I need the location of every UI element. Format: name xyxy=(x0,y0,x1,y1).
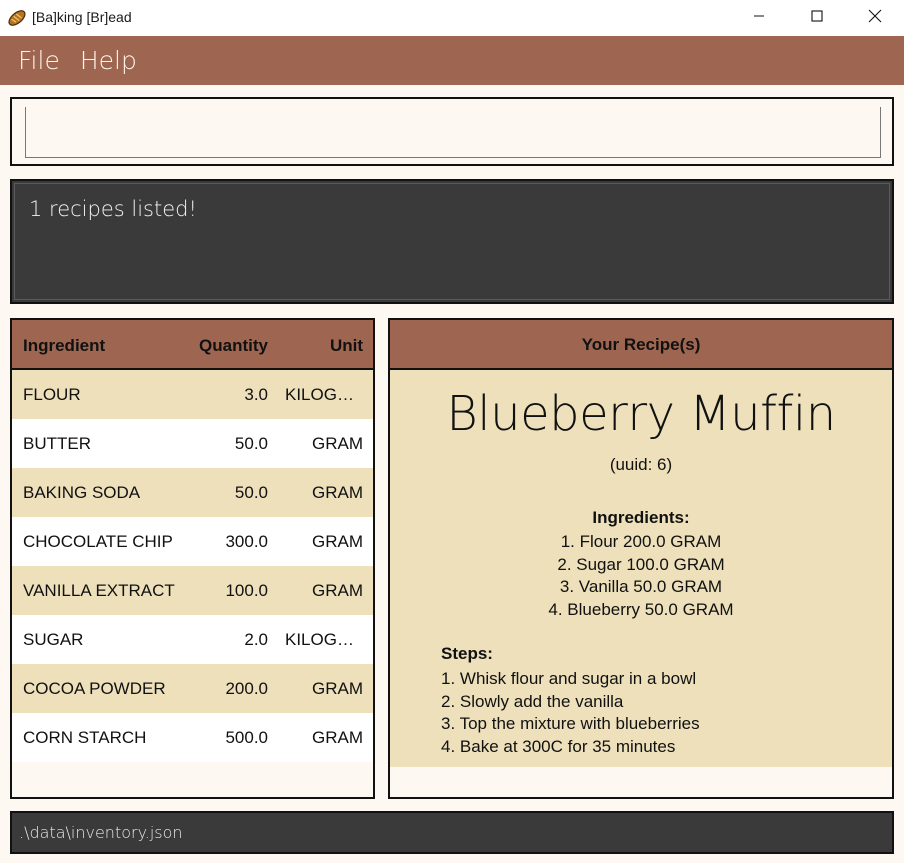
ingredient-rows: FLOUR 3.0 KILOGRAM BUTTER 50.0 GRAM BAKI… xyxy=(12,370,373,762)
result-display: 1 recipes listed! xyxy=(10,179,894,304)
recipe-list-panel: Your Recipe(s) Blueberry Muffin (uuid: 6… xyxy=(388,318,894,799)
ingredient-quantity: 500.0 xyxy=(225,728,268,747)
ingredient-quantity: 3.0 xyxy=(244,385,268,404)
ingredient-name: VANILLA EXTRACT xyxy=(23,581,175,600)
ingredient-quantity: 50.0 xyxy=(234,483,268,502)
list-item: 2. Slowly add the vanilla xyxy=(441,691,624,711)
minimize-icon xyxy=(753,9,765,27)
command-input[interactable] xyxy=(25,107,881,158)
table-row[interactable]: CHOCOLATE CHIP 300.0 GRAM xyxy=(12,517,373,566)
recipe-card[interactable]: Blueberry Muffin (uuid: 6) Ingredients: … xyxy=(390,370,892,767)
recipe-name: Blueberry Muffin xyxy=(446,386,836,442)
ingredient-unit: GRAM xyxy=(312,728,363,747)
list-item: 1. Whisk flour and sugar in a bowl xyxy=(441,669,697,688)
close-icon xyxy=(868,9,882,28)
table-row[interactable]: VANILLA EXTRACT 100.0 GRAM xyxy=(12,566,373,615)
table-row[interactable]: SUGAR 2.0 KILOGRAM xyxy=(12,615,373,664)
minimize-button[interactable] xyxy=(730,0,788,36)
menu-file[interactable]: File xyxy=(18,46,60,75)
list-item: 1. Flour 200.0 GRAM xyxy=(560,532,722,551)
table-row[interactable]: BAKING SODA 50.0 GRAM xyxy=(12,468,373,517)
ingredient-unit: KILOGRAM xyxy=(285,630,363,649)
list-item: 4. Blueberry 50.0 GRAM xyxy=(548,599,734,619)
ingredient-name: BAKING SODA xyxy=(23,483,141,502)
table-row[interactable]: FLOUR 3.0 KILOGRAM xyxy=(12,370,373,419)
ingredient-unit: GRAM xyxy=(312,679,363,698)
ingredient-name: FLOUR xyxy=(23,385,81,404)
ingredient-name: SUGAR xyxy=(23,630,84,649)
window-title: [Ba]king [Br]ead xyxy=(32,9,132,25)
ingredient-name: CORN STARCH xyxy=(23,728,147,747)
table-row[interactable]: BUTTER 50.0 GRAM xyxy=(12,419,373,468)
ingredient-unit: KILOGRAM xyxy=(285,385,363,404)
ingredient-quantity: 50.0 xyxy=(234,434,268,453)
recipe-steps-title: Steps: xyxy=(441,644,493,663)
recipe-uuid: (uuid: 6) xyxy=(609,455,673,474)
ingredient-unit: GRAM xyxy=(312,434,363,453)
ingredient-quantity: 2.0 xyxy=(244,630,268,649)
menu-bar: File Help xyxy=(0,36,904,85)
maximize-icon xyxy=(811,9,823,27)
ingredient-table-header: Ingredient Quantity Unit xyxy=(12,320,373,370)
recipe-ingredients-title: Ingredients: xyxy=(592,508,690,527)
maximize-button[interactable] xyxy=(788,0,846,36)
table-row[interactable]: CORN STARCH 500.0 GRAM xyxy=(12,713,373,762)
column-header-ingredient: Ingredient xyxy=(23,336,106,355)
close-button[interactable] xyxy=(846,0,904,36)
table-row[interactable]: COCOA POWDER 200.0 GRAM xyxy=(12,664,373,713)
ingredient-quantity: 100.0 xyxy=(225,581,268,600)
result-message: 1 recipes listed! xyxy=(29,197,197,221)
bread-icon xyxy=(7,8,27,28)
list-item: 4. Bake at 300C for 35 minutes xyxy=(441,736,676,756)
ingredient-list-panel: Ingredient Quantity Unit FLOUR 3.0 KILOG… xyxy=(10,318,375,799)
ingredient-name: BUTTER xyxy=(23,434,91,453)
status-bar: .\data\inventory.json xyxy=(10,811,894,854)
command-box xyxy=(10,97,894,166)
title-bar: [Ba]king [Br]ead xyxy=(0,0,904,36)
column-header-unit: Unit xyxy=(329,336,363,355)
recipe-ingredients-list: 1. Flour 200.0 GRAM 2. Sugar 100.0 GRAM … xyxy=(390,531,892,621)
result-display-area[interactable]: 1 recipes listed! xyxy=(14,183,890,300)
ingredient-quantity: 300.0 xyxy=(225,532,268,551)
column-header-quantity: Quantity xyxy=(199,336,268,355)
ingredient-unit: GRAM xyxy=(312,581,363,600)
recipe-steps-list: 1. Whisk flour and sugar in a bowl 2. Sl… xyxy=(441,668,700,758)
menu-help[interactable]: Help xyxy=(80,46,137,75)
ingredient-name: COCOA POWDER xyxy=(23,679,166,698)
ingredient-quantity: 200.0 xyxy=(225,679,268,698)
list-item: 3. Top the mixture with blueberries xyxy=(441,714,700,733)
list-item: 2. Sugar 100.0 GRAM xyxy=(557,554,725,574)
ingredient-name: CHOCOLATE CHIP xyxy=(23,532,173,551)
recipe-panel-header: Your Recipe(s) xyxy=(390,320,892,370)
list-item: 3. Vanilla 50.0 GRAM xyxy=(559,577,723,596)
ingredient-unit: GRAM xyxy=(312,483,363,502)
save-location: .\data\inventory.json xyxy=(19,823,183,842)
ingredient-unit: GRAM xyxy=(312,532,363,551)
